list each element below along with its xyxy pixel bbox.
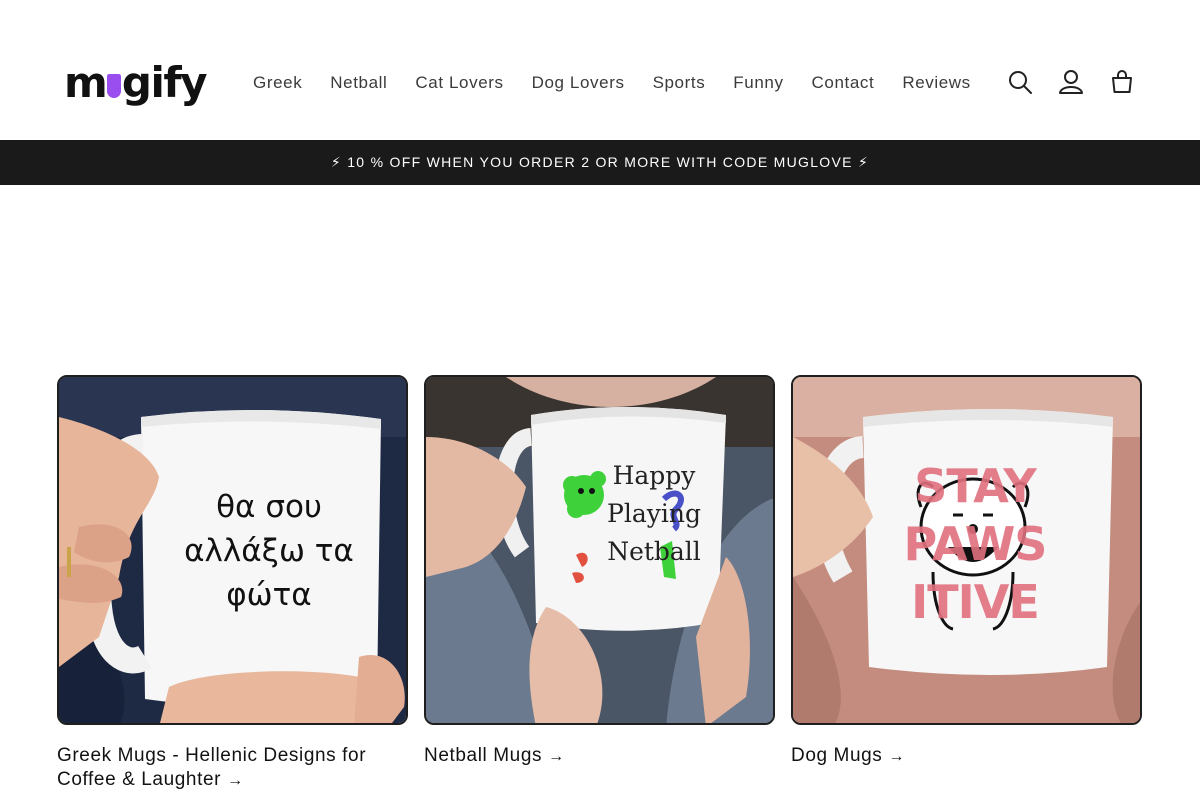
collection-title-greek[interactable]: Greek Mugs - Hellenic Designs for Coffee… bbox=[57, 744, 408, 793]
main-nav: Greek Netball Cat Lovers Dog Lovers Spor… bbox=[239, 70, 985, 96]
mug-text-line: θα σου bbox=[216, 489, 322, 525]
collection-title-dog[interactable]: Dog Mugs → bbox=[791, 744, 1142, 769]
nav-link-cat-lovers[interactable]: Cat Lovers bbox=[401, 71, 517, 95]
collection-image-greek[interactable]: θα σου αλλάξω τα φώτα bbox=[57, 375, 408, 725]
arrow-right-icon: → bbox=[888, 748, 906, 765]
collection-card-dog[interactable]: STAY PAWS ITIVE Dog Mugs → bbox=[791, 375, 1142, 793]
search-icon bbox=[1009, 71, 1032, 94]
site-header: m gify Greek Netball Cat Lovers Dog Lover… bbox=[0, 0, 1200, 140]
mug-text-line: αλλάξω τα bbox=[184, 533, 354, 569]
nav-link-netball[interactable]: Netball bbox=[316, 71, 401, 95]
search-button[interactable] bbox=[1000, 66, 1040, 98]
mug-text-line: PAWS bbox=[903, 517, 1048, 571]
header-icons bbox=[1000, 66, 1153, 98]
arrow-right-icon: → bbox=[227, 772, 244, 789]
nav-link-dog-lovers[interactable]: Dog Lovers bbox=[518, 71, 639, 95]
nav-link-sports[interactable]: Sports bbox=[639, 71, 720, 95]
cart-button[interactable] bbox=[1102, 66, 1142, 98]
announcement-bar: ⚡ 10 % OFF WHEN YOU ORDER 2 OR MORE WITH… bbox=[0, 140, 1200, 185]
collection-title-text: Netball Mugs bbox=[424, 745, 543, 766]
mug-text-line: ITIVE bbox=[911, 575, 1040, 629]
collection-title-text: Greek Mugs - Hellenic Designs for Coffee… bbox=[57, 745, 367, 790]
collection-image-dog[interactable]: STAY PAWS ITIVE bbox=[791, 375, 1142, 725]
cart-icon bbox=[1112, 70, 1132, 93]
mug-text-line: Happy bbox=[612, 461, 696, 490]
logo-mug-mark bbox=[107, 74, 121, 98]
logo-text-right: gify bbox=[121, 58, 208, 107]
announcement-text: ⚡ 10 % OFF WHEN YOU ORDER 2 OR MORE WITH… bbox=[330, 154, 870, 170]
mug-text-line: Netball bbox=[607, 537, 701, 566]
mug-text-line: STAY bbox=[914, 459, 1036, 513]
account-icon bbox=[1059, 70, 1083, 94]
logo[interactable]: m gify bbox=[64, 58, 208, 108]
collection-card-greek[interactable]: θα σου αλλάξω τα φώτα Greek Mugs - Helle… bbox=[57, 375, 408, 793]
collection-title-netball[interactable]: Netball Mugs → bbox=[424, 744, 775, 769]
collection-card-netball[interactable]: Happy Playing Netball Netball Mugs → bbox=[424, 375, 775, 793]
mug-text-line: φώτα bbox=[226, 577, 312, 613]
collection-list: θα σου αλλάξω τα φώτα Greek Mugs - Helle… bbox=[57, 375, 1143, 793]
nav-link-funny[interactable]: Funny bbox=[719, 71, 797, 95]
collection-image-netball[interactable]: Happy Playing Netball bbox=[424, 375, 775, 725]
logo-text-left: m bbox=[64, 58, 108, 107]
collection-title-text: Dog Mugs bbox=[791, 745, 883, 766]
nav-link-contact[interactable]: Contact bbox=[798, 71, 889, 95]
mug-text-line: Playing bbox=[607, 499, 701, 528]
account-button[interactable] bbox=[1051, 66, 1091, 98]
arrow-right-icon: → bbox=[548, 748, 565, 765]
nav-link-reviews[interactable]: Reviews bbox=[888, 71, 984, 95]
nav-link-greek[interactable]: Greek bbox=[239, 71, 316, 95]
